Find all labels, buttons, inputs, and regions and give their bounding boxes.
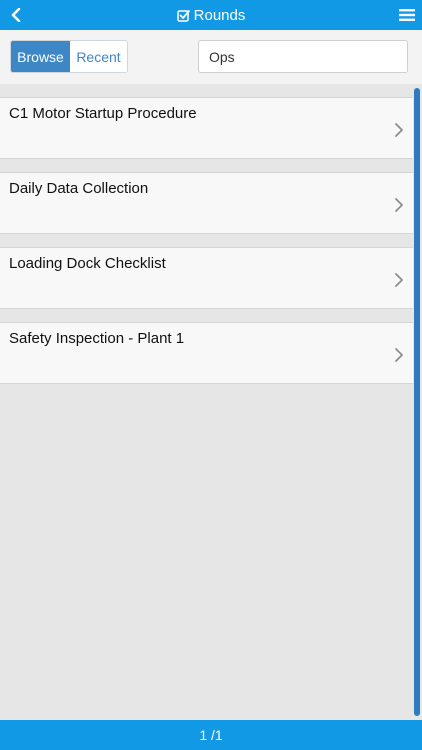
list-item[interactable]: Safety Inspection - Plant 1 xyxy=(0,322,413,384)
list-item[interactable]: Loading Dock Checklist xyxy=(0,247,413,309)
pagination-footer: 1 /1 xyxy=(0,720,422,750)
chevron-right-icon xyxy=(395,198,403,212)
page-title-text: Rounds xyxy=(193,6,246,24)
hamburger-menu-icon xyxy=(399,9,415,21)
app-header: Rounds xyxy=(0,0,422,30)
search-input[interactable] xyxy=(198,40,408,73)
list-item[interactable]: Daily Data Collection xyxy=(0,172,413,234)
list-item-label: Loading Dock Checklist xyxy=(9,255,166,272)
list-item-label: C1 Motor Startup Procedure xyxy=(9,105,197,122)
scrollbar[interactable] xyxy=(414,88,420,716)
rounds-app: Rounds Browse Recent C1 Motor Startup Pr… xyxy=(0,0,422,750)
page-indicator: 1 /1 xyxy=(199,727,223,743)
chevron-right-icon xyxy=(395,348,403,362)
rounds-list: C1 Motor Startup Procedure Daily Data Co… xyxy=(0,84,413,720)
segmented-control: Browse Recent xyxy=(10,40,128,73)
menu-button[interactable] xyxy=(398,6,416,24)
tab-recent[interactable]: Recent xyxy=(70,41,127,72)
chevron-right-icon xyxy=(395,123,403,137)
chevron-right-icon xyxy=(395,273,403,287)
list-item[interactable]: C1 Motor Startup Procedure xyxy=(0,97,413,159)
toolbar: Browse Recent xyxy=(0,30,422,84)
list-item-label: Daily Data Collection xyxy=(9,180,149,197)
tab-browse[interactable]: Browse xyxy=(11,41,70,72)
checkbox-icon xyxy=(176,9,190,22)
page-title: Rounds xyxy=(0,0,422,30)
list-item-label: Safety Inspection - Plant 1 xyxy=(9,330,185,347)
